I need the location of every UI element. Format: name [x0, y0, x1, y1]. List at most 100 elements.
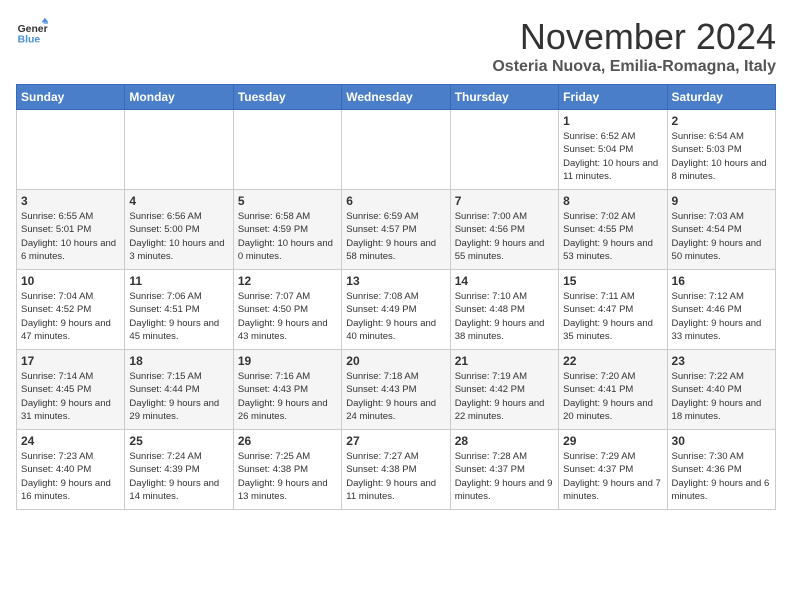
- calendar-cell: 16 Sunrise: 7:12 AM Sunset: 4:46 PM Dayli…: [667, 270, 775, 350]
- day-info: Sunrise: 6:52 AM Sunset: 5:04 PM Dayligh…: [563, 130, 662, 183]
- day-info: Sunrise: 7:20 AM Sunset: 4:41 PM Dayligh…: [563, 370, 662, 423]
- day-number: 20: [346, 354, 445, 368]
- location-title: Osteria Nuova, Emilia-Romagna, Italy: [492, 58, 776, 76]
- day-info: Sunrise: 7:16 AM Sunset: 4:43 PM Dayligh…: [238, 370, 337, 423]
- day-number: 3: [21, 194, 120, 208]
- day-number: 2: [672, 114, 771, 128]
- calendar-cell: 23Sunrise: 7:22 AM Sunset: 4:40 PM Dayli…: [667, 350, 775, 430]
- weekday-header: Sunday: [17, 85, 125, 110]
- day-info: Sunrise: 6:56 AM Sunset: 5:00 PM Dayligh…: [129, 210, 228, 263]
- day-number: 11: [129, 274, 228, 288]
- day-number: 24: [21, 434, 120, 448]
- calendar-header-row: SundayMondayTuesdayWednesdayThursdayFrid…: [17, 85, 776, 110]
- day-info: Sunrise: 6:58 AM Sunset: 4:59 PM Dayligh…: [238, 210, 337, 263]
- day-number: 30: [672, 434, 771, 448]
- calendar-cell: 27 Sunrise: 7:27 AM Sunset: 4:38 PM Dayli…: [342, 430, 450, 510]
- month-title: November 2024: [492, 16, 776, 58]
- day-info: Sunrise: 7:29 AM Sunset: 4:37 PM Dayligh…: [563, 450, 662, 503]
- logo-icon: General Blue: [16, 16, 48, 48]
- calendar-cell: 1Sunrise: 6:52 AM Sunset: 5:04 PM Daylig…: [559, 110, 667, 190]
- day-info: Sunrise: 7:12 AM Sunset: 4:46 PM Dayligh…: [672, 290, 771, 343]
- weekday-header: Monday: [125, 85, 233, 110]
- weekday-header: Friday: [559, 85, 667, 110]
- svg-text:Blue: Blue: [18, 34, 41, 45]
- day-number: 6: [346, 194, 445, 208]
- weekday-header: Saturday: [667, 85, 775, 110]
- calendar-cell: 6Sunrise: 6:59 AM Sunset: 4:57 PM Daylig…: [342, 190, 450, 270]
- day-info: Sunrise: 7:11 AM Sunset: 4:47 PM Dayligh…: [563, 290, 662, 343]
- day-number: 4: [129, 194, 228, 208]
- weekday-header: Thursday: [450, 85, 558, 110]
- day-info: Sunrise: 7:02 AM Sunset: 4:55 PM Dayligh…: [563, 210, 662, 263]
- day-info: Sunrise: 7:04 AM Sunset: 4:52 PM Dayligh…: [21, 290, 120, 343]
- calendar-week-row: 10 Sunrise: 7:04 AM Sunset: 4:52 PM Dayli…: [17, 270, 776, 350]
- day-info: Sunrise: 7:00 AM Sunset: 4:56 PM Dayligh…: [455, 210, 554, 263]
- calendar-week-row: 3 Sunrise: 6:55 AM Sunset: 5:01 PM Daylig…: [17, 190, 776, 270]
- calendar-cell: 2Sunrise: 6:54 AM Sunset: 5:03 PM Daylig…: [667, 110, 775, 190]
- day-number: 28: [455, 434, 554, 448]
- day-info: Sunrise: 7:28 AM Sunset: 4:37 PM Dayligh…: [455, 450, 554, 503]
- title-section: November 2024 Osteria Nuova, Emilia-Roma…: [492, 16, 776, 76]
- svg-text:General: General: [18, 24, 48, 35]
- calendar-cell: 29 Sunrise: 7:29 AM Sunset: 4:37 PM Dayli…: [559, 430, 667, 510]
- calendar-cell: 20 Sunrise: 7:18 AM Sunset: 4:43 PM Dayli…: [342, 350, 450, 430]
- day-number: 9: [672, 194, 771, 208]
- day-info: Sunrise: 7:18 AM Sunset: 4:43 PM Dayligh…: [346, 370, 445, 423]
- weekday-header: Tuesday: [233, 85, 341, 110]
- calendar-week-row: 17Sunrise: 7:14 AM Sunset: 4:45 PM Dayli…: [17, 350, 776, 430]
- calendar-cell: 22 Sunrise: 7:20 AM Sunset: 4:41 PM Dayli…: [559, 350, 667, 430]
- calendar-cell: 14 Sunrise: 7:10 AM Sunset: 4:48 PM Dayli…: [450, 270, 558, 350]
- calendar-table: SundayMondayTuesdayWednesdayThursdayFrid…: [16, 84, 776, 510]
- day-info: Sunrise: 7:19 AM Sunset: 4:42 PM Dayligh…: [455, 370, 554, 423]
- calendar-cell: 18 Sunrise: 7:15 AM Sunset: 4:44 PM Dayli…: [125, 350, 233, 430]
- day-number: 16: [672, 274, 771, 288]
- calendar-cell: 30 Sunrise: 7:30 AM Sunset: 4:36 PM Dayli…: [667, 430, 775, 510]
- calendar-cell: [233, 110, 341, 190]
- calendar-cell: 9 Sunrise: 7:03 AM Sunset: 4:54 PM Daylig…: [667, 190, 775, 270]
- page-header: General Blue November 2024 Osteria Nuova…: [16, 16, 776, 76]
- calendar-cell: 19Sunrise: 7:16 AM Sunset: 4:43 PM Dayli…: [233, 350, 341, 430]
- day-number: 7: [455, 194, 554, 208]
- logo: General Blue: [16, 16, 48, 48]
- day-info: Sunrise: 7:07 AM Sunset: 4:50 PM Dayligh…: [238, 290, 337, 343]
- calendar-cell: [450, 110, 558, 190]
- day-info: Sunrise: 6:55 AM Sunset: 5:01 PM Dayligh…: [21, 210, 120, 263]
- day-number: 13: [346, 274, 445, 288]
- day-number: 27: [346, 434, 445, 448]
- day-info: Sunrise: 7:03 AM Sunset: 4:54 PM Dayligh…: [672, 210, 771, 263]
- day-number: 25: [129, 434, 228, 448]
- calendar-cell: 12Sunrise: 7:07 AM Sunset: 4:50 PM Dayli…: [233, 270, 341, 350]
- day-number: 22: [563, 354, 662, 368]
- day-number: 23: [672, 354, 771, 368]
- calendar-cell: 13Sunrise: 7:08 AM Sunset: 4:49 PM Dayli…: [342, 270, 450, 350]
- calendar-cell: 24 Sunrise: 7:23 AM Sunset: 4:40 PM Dayli…: [17, 430, 125, 510]
- day-number: 5: [238, 194, 337, 208]
- calendar-cell: 3 Sunrise: 6:55 AM Sunset: 5:01 PM Daylig…: [17, 190, 125, 270]
- day-info: Sunrise: 7:06 AM Sunset: 4:51 PM Dayligh…: [129, 290, 228, 343]
- calendar-cell: 28 Sunrise: 7:28 AM Sunset: 4:37 PM Dayli…: [450, 430, 558, 510]
- day-number: 17: [21, 354, 120, 368]
- day-info: Sunrise: 7:30 AM Sunset: 4:36 PM Dayligh…: [672, 450, 771, 503]
- weekday-header: Wednesday: [342, 85, 450, 110]
- calendar-cell: 5 Sunrise: 6:58 AM Sunset: 4:59 PM Daylig…: [233, 190, 341, 270]
- day-number: 14: [455, 274, 554, 288]
- day-info: Sunrise: 7:24 AM Sunset: 4:39 PM Dayligh…: [129, 450, 228, 503]
- day-number: 29: [563, 434, 662, 448]
- day-info: Sunrise: 7:27 AM Sunset: 4:38 PM Dayligh…: [346, 450, 445, 503]
- calendar-cell: 21Sunrise: 7:19 AM Sunset: 4:42 PM Dayli…: [450, 350, 558, 430]
- day-number: 15: [563, 274, 662, 288]
- day-info: Sunrise: 7:15 AM Sunset: 4:44 PM Dayligh…: [129, 370, 228, 423]
- calendar-cell: 8Sunrise: 7:02 AM Sunset: 4:55 PM Daylig…: [559, 190, 667, 270]
- day-info: Sunrise: 7:23 AM Sunset: 4:40 PM Dayligh…: [21, 450, 120, 503]
- day-info: Sunrise: 7:10 AM Sunset: 4:48 PM Dayligh…: [455, 290, 554, 343]
- day-number: 26: [238, 434, 337, 448]
- calendar-cell: [125, 110, 233, 190]
- calendar-cell: 7 Sunrise: 7:00 AM Sunset: 4:56 PM Daylig…: [450, 190, 558, 270]
- day-number: 10: [21, 274, 120, 288]
- calendar-cell: 26Sunrise: 7:25 AM Sunset: 4:38 PM Dayli…: [233, 430, 341, 510]
- calendar-cell: 4 Sunrise: 6:56 AM Sunset: 5:00 PM Daylig…: [125, 190, 233, 270]
- calendar-week-row: 1Sunrise: 6:52 AM Sunset: 5:04 PM Daylig…: [17, 110, 776, 190]
- calendar-cell: 11 Sunrise: 7:06 AM Sunset: 4:51 PM Dayli…: [125, 270, 233, 350]
- calendar-body: 1Sunrise: 6:52 AM Sunset: 5:04 PM Daylig…: [17, 110, 776, 510]
- day-number: 18: [129, 354, 228, 368]
